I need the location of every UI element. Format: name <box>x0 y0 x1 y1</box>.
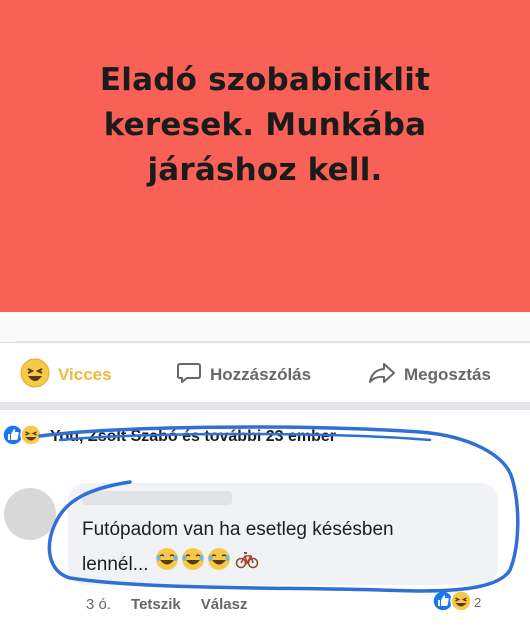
comment-bubble: Futópadom van ha esetleg késésben lennél… <box>68 483 498 585</box>
share-label: Megosztás <box>404 365 491 384</box>
haha-icon <box>450 590 472 615</box>
comment-text: Futópadom van ha esetleg késésben lennél… <box>82 513 502 583</box>
post-footer-strip <box>0 312 530 343</box>
reactions-summary[interactable]: You, Zsolt Szabó és további 23 ember <box>0 422 530 452</box>
comment-line-1: Futópadom van ha esetleg késésben <box>82 519 394 540</box>
comment-reaction-count: 2 <box>474 595 482 610</box>
reaction-label: Vicces <box>58 365 112 384</box>
laughing-emoji <box>207 547 231 583</box>
comment-time[interactable]: 3 ó. <box>86 596 111 613</box>
reply-button[interactable]: Válasz <box>201 596 248 613</box>
bicycle-emoji <box>235 547 259 583</box>
share-icon <box>368 360 396 391</box>
comment-button[interactable]: Hozzászólás <box>176 350 311 400</box>
comment-meta: 3 ó. Tetszik Válasz <box>86 596 247 613</box>
comment-icon <box>176 360 202 391</box>
comment-line-2-row: lennél... <box>82 547 502 583</box>
laughing-emoji <box>155 547 179 583</box>
comment-reactions[interactable]: 2 <box>432 590 481 615</box>
share-button[interactable]: Megosztás <box>368 350 491 400</box>
haha-reaction-button[interactable]: Vicces <box>20 350 112 400</box>
laughing-emoji <box>181 547 205 583</box>
reactions-summary-text: You, Zsolt Szabó és további 23 ember <box>50 428 336 445</box>
post-background: Eladó szobabiciklit keresek. Munkába jár… <box>0 0 530 312</box>
section-divider <box>0 402 530 410</box>
comment-line-2: lennél... <box>82 554 149 575</box>
post-text: Eladó szobabiciklit keresek. Munkába jár… <box>99 62 431 188</box>
comment-label: Hozzászólás <box>210 365 312 384</box>
haha-icon <box>20 358 50 393</box>
divider-line <box>16 341 530 342</box>
commenter-name-redacted[interactable] <box>82 491 232 505</box>
reaction-icons <box>2 423 42 451</box>
post-actions-bar: Vicces Hozzászólás Megosztás <box>0 350 530 400</box>
commenter-avatar[interactable] <box>4 488 56 540</box>
haha-icon <box>20 423 42 451</box>
like-comment-button[interactable]: Tetszik <box>131 596 181 613</box>
